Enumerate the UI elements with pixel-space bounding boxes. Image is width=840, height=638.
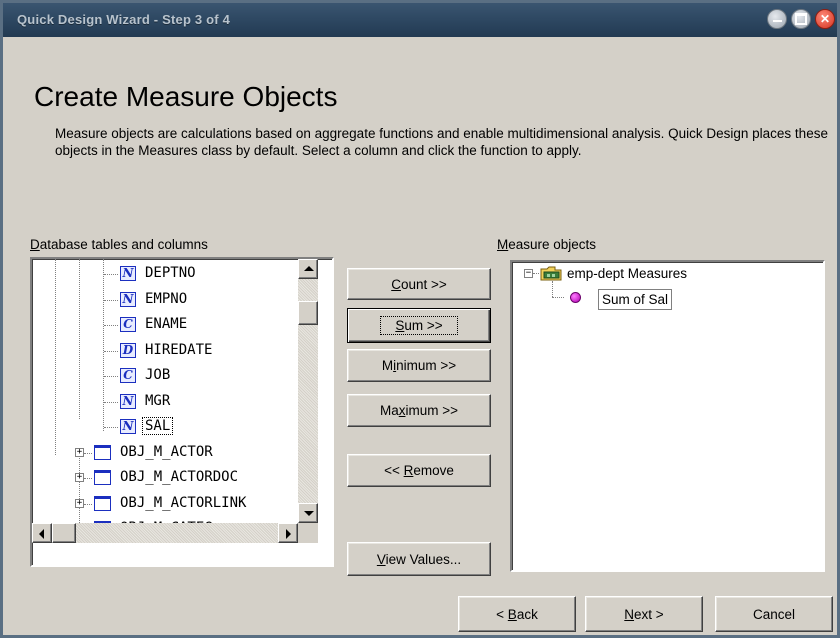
column-type-icon: D (120, 342, 136, 358)
table-icon (94, 444, 111, 460)
tree-line (84, 478, 92, 479)
table-item[interactable]: + OBJ_M_ACTORLINK (32, 493, 294, 515)
tree-line (104, 376, 118, 377)
scroll-corner (298, 523, 318, 543)
column-type-icon: N (120, 419, 136, 434)
count-button[interactable]: Count >> (347, 268, 491, 300)
database-tree[interactable]: N DEPTNO N EMPNO C ENAME D HIREDATE C JOB N MGR N SAL… (30, 257, 334, 567)
vertical-scrollbar[interactable] (298, 259, 318, 523)
tree-line (552, 297, 564, 298)
expand-icon[interactable]: + (75, 498, 84, 508)
expand-icon[interactable]: + (75, 447, 84, 457)
tree-line (104, 401, 118, 403)
page-title: Create Measure Objects (34, 81, 338, 112)
back-button[interactable]: < Back (458, 596, 576, 632)
column-type-icon: N (120, 393, 136, 409)
table-icon (94, 495, 111, 511)
table-name: OBJ_M_ACTORDOC (120, 469, 239, 485)
page-description: Measure objects are calculations based o… (55, 126, 828, 158)
measure-bullet-icon (570, 292, 581, 303)
column-item[interactable]: N DEPTNO (32, 263, 294, 285)
tree-line (533, 273, 539, 274)
table-item[interactable]: + OBJ_M_ACTORDOC (32, 467, 294, 489)
maximum-button[interactable]: Maximum >> (347, 394, 491, 427)
column-name: MGR (145, 392, 171, 409)
tree-line (104, 274, 118, 275)
measure-class-label[interactable]: emp-dept Measures (567, 266, 687, 281)
table-name: OBJ_M_ACTORLINK (120, 494, 247, 511)
scroll-right-button[interactable] (278, 523, 298, 543)
table-icon (94, 470, 111, 485)
scroll-thumb-horizontal[interactable] (52, 523, 76, 543)
maximize-icon[interactable] (791, 9, 811, 29)
tree-line (104, 325, 118, 326)
scroll-thumb[interactable] (298, 301, 318, 325)
column-item[interactable]: N SAL (32, 416, 294, 438)
column-item[interactable]: C ENAME (32, 314, 294, 336)
expand-icon[interactable]: + (75, 473, 84, 482)
table-item[interactable]: + OBJ_M_ACTOR (32, 442, 294, 464)
column-name: EMPNO (145, 290, 188, 307)
column-name: DEPTNO (145, 265, 196, 281)
class-folder-icon (540, 266, 562, 281)
tree-line (104, 350, 118, 352)
cancel-button[interactable]: Cancel (715, 596, 833, 632)
minimum-button[interactable]: Minimum >> (347, 349, 491, 382)
column-type-icon: C (120, 317, 136, 332)
view-values-button[interactable]: View Values... (347, 542, 491, 576)
minimize-icon[interactable] (767, 9, 787, 29)
scroll-down-button[interactable] (298, 503, 318, 523)
column-name: SAL (142, 417, 174, 435)
measure-objects-label: Measure objects (497, 237, 597, 252)
column-item[interactable]: N MGR (32, 391, 294, 413)
tree-line (84, 503, 92, 505)
window-title: Quick Design Wizard - Step 3 of 4 (17, 12, 231, 27)
column-name: ENAME (145, 316, 188, 332)
tree-line (104, 299, 118, 301)
remove-button[interactable]: << Remove (347, 454, 491, 487)
horizontal-scrollbar[interactable] (32, 523, 298, 543)
column-name: JOB (145, 367, 171, 383)
column-item[interactable]: C JOB (32, 365, 294, 387)
measure-objects-tree[interactable]: − emp-dept Measures Sum of Sal (510, 260, 825, 572)
wizard-window: Quick Design Wizard - Step 3 of 4 ✕ Crea… (0, 0, 840, 638)
scroll-up-button[interactable] (298, 259, 318, 279)
column-type-icon: C (120, 368, 136, 383)
column-type-icon: N (120, 291, 136, 307)
scroll-left-button[interactable] (32, 523, 52, 543)
column-name: HIREDATE (145, 341, 213, 358)
database-tables-label: Database tables and columns (30, 237, 208, 252)
collapse-icon[interactable]: − (524, 269, 533, 278)
column-item[interactable]: N EMPNO (32, 289, 294, 311)
sum-button[interactable]: Sum >> (347, 308, 491, 343)
tree-line (104, 427, 118, 428)
close-icon[interactable]: ✕ (815, 9, 835, 29)
next-button[interactable]: Next > (585, 596, 703, 632)
title-bar[interactable]: Quick Design Wizard - Step 3 of 4 ✕ (3, 3, 837, 37)
column-type-icon: N (120, 266, 136, 281)
tree-line (84, 452, 92, 454)
tree-line (552, 281, 553, 297)
table-name: OBJ_M_ACTOR (120, 443, 213, 460)
measure-item[interactable]: Sum of Sal (598, 289, 673, 310)
column-item[interactable]: D HIREDATE (32, 340, 294, 362)
